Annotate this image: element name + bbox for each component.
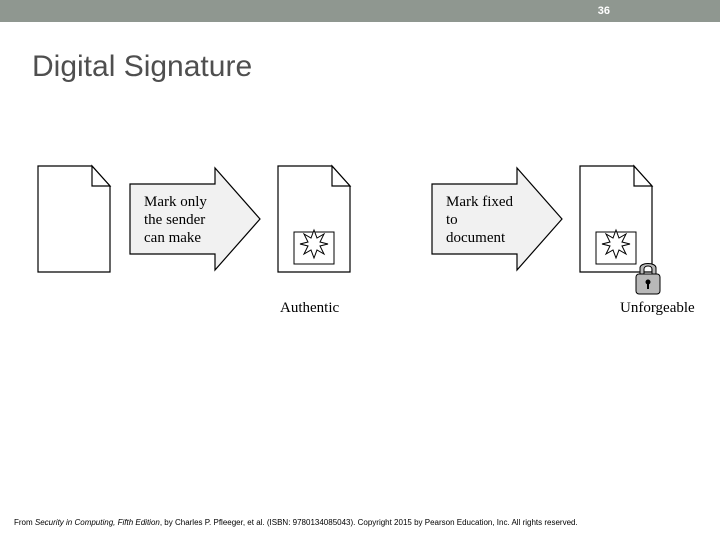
document-plain-icon: [38, 166, 110, 272]
footer-citation: From Security in Computing, Fifth Editio…: [14, 518, 706, 528]
arrow2-text2: to: [446, 212, 458, 228]
footer-book-title: Security in Computing, Fifth Edition: [35, 518, 160, 527]
footer-rest: , by Charles P. Pfleeger, et al. (ISBN: …: [160, 518, 578, 527]
page-number: 36: [598, 5, 610, 17]
arrow-fixed-icon: Mark fixed to document: [432, 168, 562, 270]
arrow2-text3: document: [446, 230, 506, 246]
arrow-can-make-icon: Mark only the sender can make: [130, 168, 260, 270]
document-with-lock-icon: [580, 166, 660, 294]
footer-prefix: From: [14, 518, 35, 527]
caption-unforgeable: Unforgeable: [620, 300, 695, 317]
slide-header: 36: [0, 0, 720, 22]
signature-diagram: Mark only the sender can make Mark fixed…: [0, 144, 720, 344]
arrow2-text1: Mark fixed: [446, 194, 514, 210]
arrow1-text1: Mark only: [144, 194, 207, 210]
arrow1-text2: the sender: [144, 212, 205, 228]
caption-authentic: Authentic: [280, 300, 339, 317]
slide-title: Digital Signature: [32, 50, 720, 84]
arrow1-text3: can make: [144, 230, 201, 246]
document-with-seal-icon: [278, 166, 350, 272]
